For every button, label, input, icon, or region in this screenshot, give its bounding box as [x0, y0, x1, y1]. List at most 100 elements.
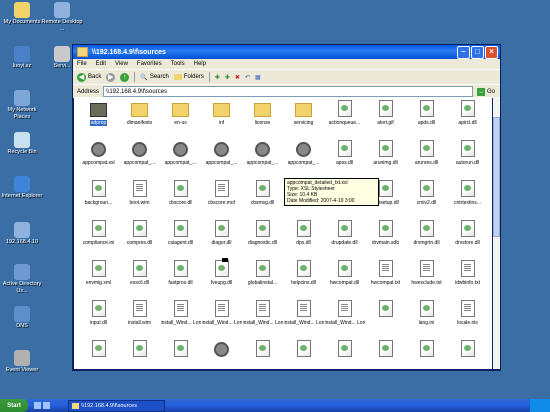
file-item[interactable]: fastprox.dll — [160, 257, 201, 297]
file-item[interactable]: hwcompat.txt — [365, 257, 406, 297]
desktop-icon[interactable]: Active Directory Us... — [0, 264, 44, 294]
desktop-icon[interactable]: My Network Places — [0, 90, 44, 120]
file-item[interactable]: globalinstal... — [242, 257, 283, 297]
file-item[interactable]: hwcompat.dll — [324, 257, 365, 297]
file-item[interactable]: appcompat_... — [119, 137, 160, 177]
file-item[interactable]: esscli.dll — [119, 257, 160, 297]
file-item[interactable]: dpx.dll — [283, 217, 324, 257]
file-item[interactable] — [365, 337, 406, 369]
close-button[interactable]: × — [485, 45, 498, 59]
file-item[interactable]: install.wim — [119, 297, 160, 337]
file-item[interactable]: arunimg.dll — [365, 137, 406, 177]
file-item[interactable]: drvmain.sdb — [365, 217, 406, 257]
file-item[interactable] — [119, 337, 160, 369]
file-item[interactable] — [447, 337, 488, 369]
file-item[interactable]: inf — [201, 97, 242, 137]
menu-view[interactable]: View — [115, 61, 128, 67]
file-item[interactable]: alert.gif — [365, 97, 406, 137]
views-icon[interactable]: ▦ — [255, 74, 261, 81]
menu-favorites[interactable]: Favorites — [137, 61, 162, 67]
file-item[interactable]: appcompat_... — [201, 137, 242, 177]
file-item[interactable] — [78, 337, 119, 369]
delete-icon[interactable]: ✖ — [235, 74, 240, 81]
file-item[interactable] — [324, 337, 365, 369]
file-item[interactable]: dlmanifests — [119, 97, 160, 137]
file-item[interactable]: cmiv2.dll — [406, 177, 447, 217]
file-item[interactable]: autorun.dll — [447, 137, 488, 177]
menu-file[interactable]: File — [77, 61, 87, 67]
file-item[interactable]: apircl.dll — [447, 97, 488, 137]
file-item[interactable] — [201, 337, 242, 369]
menu-help[interactable]: Help — [194, 61, 206, 67]
file-item[interactable]: en-us — [160, 97, 201, 137]
file-item[interactable]: fveupg.dll — [201, 257, 242, 297]
file-item[interactable]: idwbinfo.txt — [447, 257, 488, 297]
desktop-icon[interactable]: Internet Explorer — [0, 176, 44, 200]
file-item[interactable]: install_Wind... Longhorn S... — [201, 297, 242, 337]
file-item[interactable]: drvmgrtn.dll — [406, 217, 447, 257]
file-item[interactable] — [283, 337, 324, 369]
file-item[interactable]: boot.wim — [119, 177, 160, 217]
file-item[interactable]: locale.nls — [447, 297, 488, 337]
file-item[interactable]: helpcins.dll — [283, 257, 324, 297]
desktop-icon[interactable]: My Documents — [0, 2, 44, 26]
forward-button[interactable]: ▶ — [106, 72, 116, 82]
folders-button[interactable]: Folders — [173, 74, 204, 80]
file-item[interactable] — [242, 337, 283, 369]
file-item[interactable]: input.dll — [78, 297, 119, 337]
file-item[interactable]: csiagent.dll — [160, 217, 201, 257]
scroll-thumb[interactable] — [493, 117, 500, 237]
file-item[interactable]: backgroun... — [78, 177, 119, 217]
file-item[interactable]: install_Wind... Longhorn S... — [324, 297, 365, 337]
desktop-icon[interactable]: 192.168.4.10 — [0, 222, 44, 246]
file-item[interactable] — [406, 337, 447, 369]
file-item[interactable]: install_Wind... Longhorn S... — [160, 297, 201, 337]
file-item[interactable]: install_Wind... Longhorn S... — [242, 297, 283, 337]
file-item[interactable]: diagnostic.dll — [242, 217, 283, 257]
file-item[interactable]: appcompat_... — [160, 137, 201, 177]
file-item[interactable]: cbscore.dll — [160, 177, 201, 217]
file-item[interactable]: servicing — [283, 97, 324, 137]
file-item[interactable]: cbscore.mof — [201, 177, 242, 217]
move-to-icon[interactable]: ✚ — [215, 74, 220, 81]
file-item[interactable]: drupdate.dll — [324, 217, 365, 257]
file-item[interactable]: appcompat_... — [242, 137, 283, 177]
show-desktop-icon[interactable] — [34, 402, 41, 409]
file-item[interactable]: adprep — [78, 97, 119, 137]
file-item[interactable]: appcompat_... — [283, 137, 324, 177]
file-item[interactable]: envmig.xml — [78, 257, 119, 297]
file-item[interactable]: hwexclude.txt — [406, 257, 447, 297]
file-item[interactable]: license — [242, 97, 283, 137]
copy-to-icon[interactable]: ✚ — [225, 74, 230, 81]
address-input[interactable]: \\192.168.4.9\f\sources — [103, 86, 473, 97]
search-button[interactable]: 🔍 Search — [140, 74, 169, 81]
explorer-quicklaunch-icon[interactable] — [43, 402, 50, 409]
file-item[interactable] — [160, 337, 201, 369]
up-folder-button[interactable]: ↑ — [120, 72, 130, 82]
file-item[interactable]: compres.dll — [119, 217, 160, 257]
file-item[interactable]: cbsmsg.dll — [242, 177, 283, 217]
desktop-icon[interactable]: DNS — [0, 306, 44, 330]
file-item[interactable]: actionqueue... — [324, 97, 365, 137]
menu-edit[interactable]: Edit — [96, 61, 106, 67]
file-item[interactable]: install_Wind... Longhorn S... — [283, 297, 324, 337]
desktop-icon[interactable]: Event Viewer — [0, 350, 44, 374]
file-item[interactable]: apds.dll — [406, 97, 447, 137]
minimize-button[interactable]: – — [457, 45, 470, 59]
start-button[interactable]: Start — [0, 399, 28, 412]
file-item[interactable] — [365, 297, 406, 337]
file-item[interactable]: diager.dll — [201, 217, 242, 257]
file-item[interactable]: drvstore.dll — [447, 217, 488, 257]
back-button[interactable]: ◀ Back — [77, 72, 101, 82]
menu-tools[interactable]: Tools — [171, 61, 185, 67]
undo-icon[interactable]: ↶ — [245, 74, 250, 81]
file-item[interactable]: cntrtextins... — [447, 177, 488, 217]
file-item[interactable]: compliance.ini — [78, 217, 119, 257]
desktop-icon[interactable]: Recycle Bin — [0, 132, 44, 156]
file-item[interactable]: appcompat.xsl — [78, 137, 119, 177]
taskbar-window-button[interactable]: \\192.168.4.9\f\sources — [68, 399, 165, 412]
file-item[interactable]: lang.ini — [406, 297, 447, 337]
file-item[interactable]: apss.dll — [324, 137, 365, 177]
vertical-scrollbar[interactable] — [493, 97, 500, 369]
go-button[interactable]: → Go — [476, 87, 495, 96]
